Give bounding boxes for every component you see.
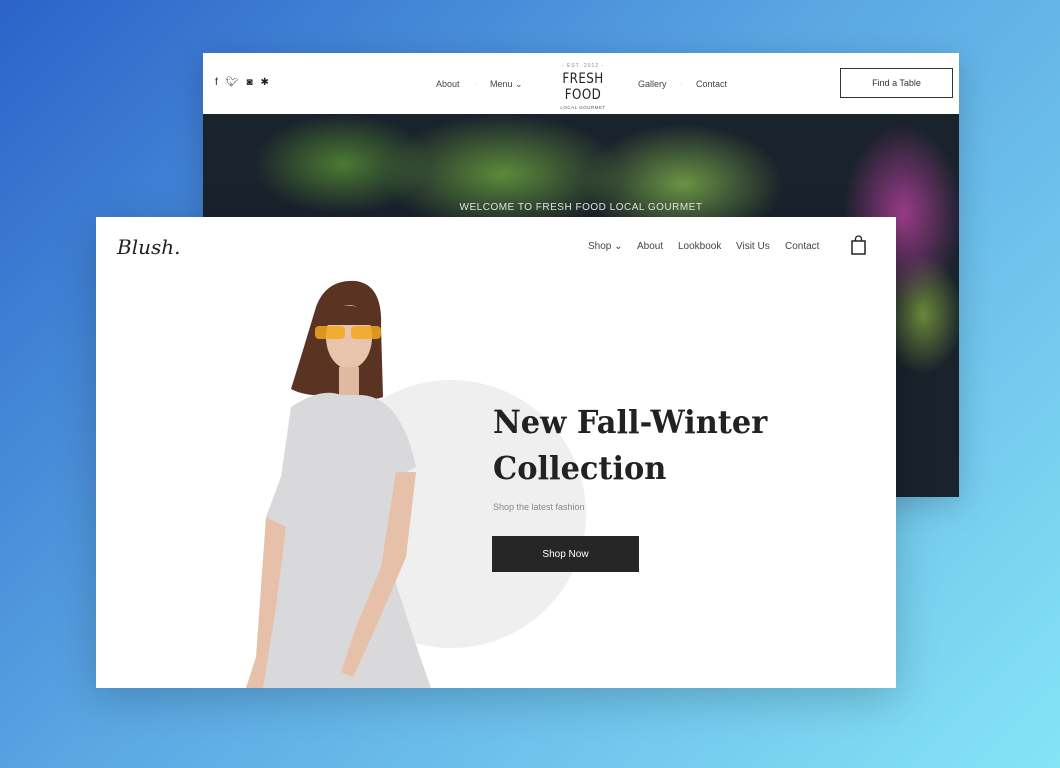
shopping-bag-icon[interactable] (851, 235, 866, 255)
hero-subtitle: Shop the latest fashion (493, 502, 585, 512)
shop-now-button[interactable]: Shop Now (492, 536, 639, 572)
find-table-button[interactable]: Find a Table (840, 68, 953, 98)
nav-shop-label: Shop (588, 241, 612, 252)
nav-menu[interactable]: Menu ⌄ (490, 79, 523, 90)
chevron-down-icon: ⌄ (614, 241, 623, 252)
nav-separator: · (474, 79, 477, 88)
nav-separator: · (680, 79, 683, 88)
blush-site-window: Blush. Shop ⌄ About Lookbook Visit Us Co… (96, 217, 896, 688)
nav-about[interactable]: About (436, 79, 460, 89)
logo-name: FRESH FOOD (562, 71, 604, 103)
model-photo (246, 280, 431, 688)
fresh-food-header: f 🐦︎ ◙ ✱ About · Menu ⌄ - EST. 2012 - FR… (203, 53, 959, 114)
nav-shop[interactable]: Shop ⌄ (588, 241, 623, 252)
nav-contact[interactable]: Contact (696, 79, 727, 89)
nav-contact[interactable]: Contact (785, 241, 819, 252)
logo-est: - EST. 2012 - (561, 63, 605, 69)
blush-logo[interactable]: Blush. (117, 235, 180, 259)
yelp-icon[interactable]: ✱ (261, 77, 269, 88)
logo-sub: LOCAL GOURMET (560, 105, 606, 110)
fresh-food-logo[interactable]: - EST. 2012 - FRESH FOOD LOCAL GOURMET (538, 63, 628, 110)
nav-gallery[interactable]: Gallery (638, 79, 667, 89)
instagram-icon[interactable]: ◙ (246, 77, 252, 88)
social-links: f 🐦︎ ◙ ✱ (215, 77, 269, 88)
hero-title: New Fall-Winter Collection (493, 399, 767, 491)
twitter-icon[interactable]: 🐦︎ (226, 77, 239, 88)
nav-visit-us[interactable]: Visit Us (736, 241, 770, 252)
facebook-icon[interactable]: f (215, 77, 218, 88)
hero-welcome-text: WELCOME TO FRESH FOOD LOCAL GOURMET (459, 202, 703, 213)
chevron-down-icon: ⌄ (515, 79, 523, 89)
hero-title-line2: Collection (493, 449, 667, 487)
nav-lookbook[interactable]: Lookbook (678, 241, 721, 252)
nav-menu-label: Menu (490, 79, 513, 89)
nav-about[interactable]: About (637, 241, 663, 252)
hero-title-line1: New Fall-Winter (493, 403, 768, 441)
